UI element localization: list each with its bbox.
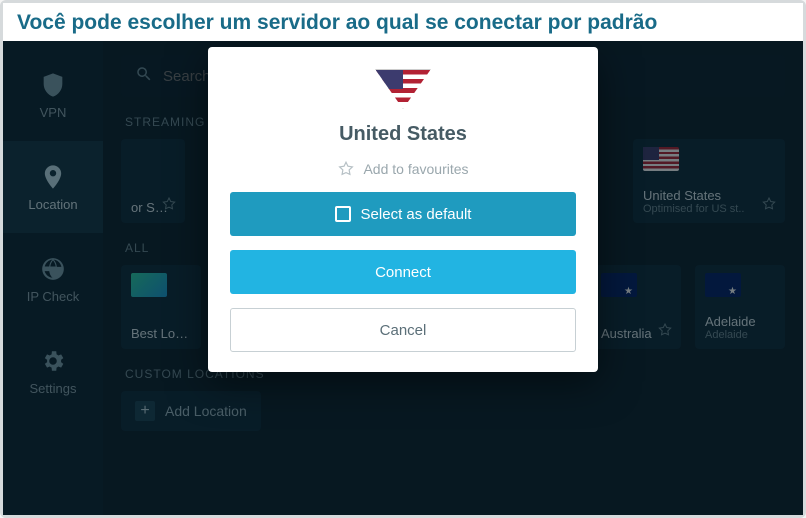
select-default-button[interactable]: Select as default <box>230 192 576 236</box>
server-modal: United States Add to favourites Select a… <box>208 47 598 372</box>
caption-text: Você pode escolher um servidor ao qual s… <box>17 11 789 35</box>
modal-overlay: United States Add to favourites Select a… <box>3 41 803 515</box>
default-label: Select as default <box>361 206 472 223</box>
favourite-label: Add to favourites <box>363 161 468 177</box>
modal-title: United States <box>230 123 576 146</box>
connect-label: Connect <box>375 264 431 281</box>
cancel-button[interactable]: Cancel <box>230 308 576 352</box>
checkbox-icon <box>335 206 351 222</box>
app-window: VPN Location IP Check Settings <box>3 41 803 515</box>
connect-button[interactable]: Connect <box>230 250 576 294</box>
cancel-label: Cancel <box>380 322 427 339</box>
flag-us-icon <box>375 69 431 109</box>
modal-flag <box>230 69 576 109</box>
caption-banner: Você pode escolher um servidor ao qual s… <box>3 3 803 41</box>
add-favourite-button[interactable]: Add to favourites <box>230 160 576 178</box>
